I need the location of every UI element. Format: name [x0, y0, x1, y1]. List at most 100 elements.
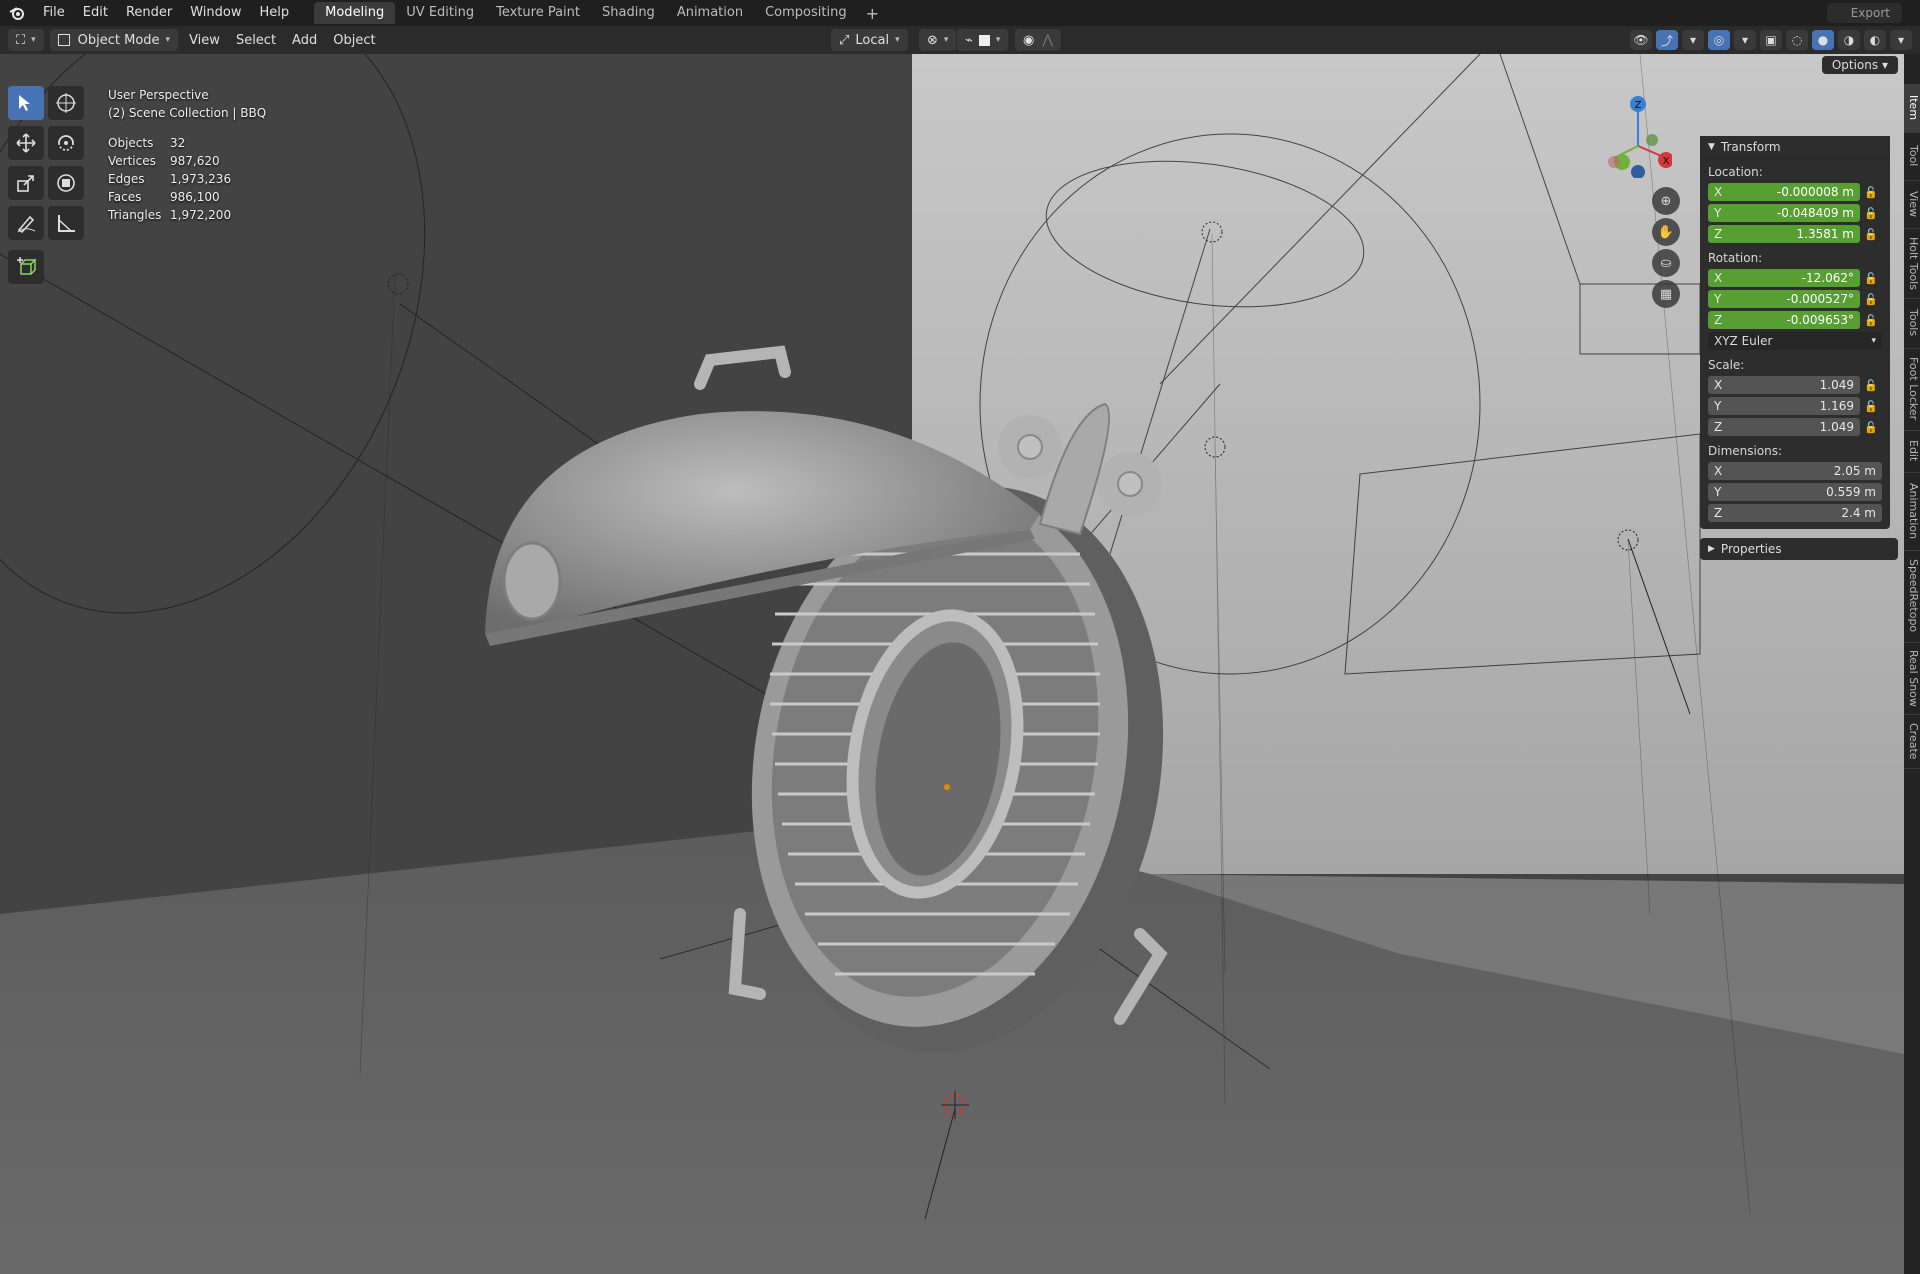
- tab-real-snow[interactable]: Real Snow: [1904, 642, 1920, 715]
- overlays-toggle-icon[interactable]: ◎: [1708, 30, 1730, 50]
- rendered-shading-icon[interactable]: ◐: [1864, 30, 1886, 50]
- pivot-dropdown[interactable]: ⊗ ▾: [919, 29, 957, 51]
- axis-label: Y: [1714, 485, 1722, 499]
- tab-edit[interactable]: Edit: [1904, 430, 1920, 473]
- menu-help[interactable]: Help: [251, 0, 299, 26]
- scale-tool-button[interactable]: [8, 166, 44, 200]
- lock-icon[interactable]: 🔓: [1860, 314, 1882, 327]
- xray-toggle-icon[interactable]: ▣: [1760, 30, 1782, 50]
- 3d-viewport[interactable]: User Perspective (2) Scene Collection | …: [0, 54, 1904, 1274]
- lock-icon[interactable]: 🔓: [1860, 228, 1882, 241]
- move-tool-button[interactable]: [8, 126, 44, 160]
- lock-icon[interactable]: 🔓: [1860, 207, 1882, 220]
- tab-view[interactable]: View: [1904, 180, 1920, 229]
- options-dropdown[interactable]: Options ▾: [1821, 56, 1898, 74]
- editor-type-button[interactable]: ⛶ ▾: [8, 29, 44, 51]
- menu-window[interactable]: Window: [181, 0, 250, 26]
- material-shading-icon[interactable]: ◑: [1838, 30, 1860, 50]
- proportional-edit-button[interactable]: ◉ ⋀: [1015, 29, 1062, 51]
- rotation-x-field[interactable]: X -12.062°: [1708, 269, 1860, 287]
- transform-panel: ▼ Transform Location: X -0.000008 m 🔓 Y -0.…: [1700, 136, 1890, 529]
- scale-y-field[interactable]: Y 1.169: [1708, 397, 1860, 415]
- location-z-field[interactable]: Z 1.3581 m: [1708, 225, 1860, 243]
- menu-render[interactable]: Render: [117, 0, 181, 26]
- tab-tool[interactable]: Tool: [1904, 132, 1920, 181]
- gizmo-toggle-icon[interactable]: ⤴: [1656, 30, 1678, 50]
- lock-icon[interactable]: 🔓: [1860, 293, 1882, 306]
- transform-orientation-dropdown[interactable]: ⤢ Local ▾: [831, 29, 908, 51]
- ortho-grid-icon[interactable]: ▦: [1652, 280, 1680, 308]
- scale-z-field[interactable]: Z 1.049: [1708, 418, 1860, 436]
- lock-icon[interactable]: 🔓: [1860, 379, 1882, 392]
- mode-label: Object Mode: [77, 32, 160, 48]
- solid-shading-icon[interactable]: ●: [1812, 30, 1834, 50]
- rotate-tool-button[interactable]: [48, 126, 84, 160]
- lock-icon[interactable]: 🔓: [1860, 421, 1882, 434]
- scale-x-field[interactable]: X 1.049: [1708, 376, 1860, 394]
- gizmo-neg-y[interactable]: [1646, 134, 1658, 146]
- pan-hand-icon[interactable]: ✋: [1652, 218, 1680, 246]
- dimensions-y-field[interactable]: Y 0.559 m: [1708, 483, 1882, 501]
- properties-panel-header[interactable]: ▶ Properties: [1700, 538, 1898, 560]
- navigation-gizmo[interactable]: Z X: [1598, 88, 1672, 178]
- tab-modeling[interactable]: Modeling: [314, 2, 396, 24]
- chevron-down-icon: ▾: [1871, 336, 1876, 346]
- menu-select[interactable]: Select: [228, 29, 284, 51]
- tab-uv-editing[interactable]: UV Editing: [395, 2, 485, 24]
- active-collection: (2) Scene Collection | BBQ: [108, 106, 267, 120]
- overlays-dropdown-icon[interactable]: ▾: [1734, 30, 1756, 50]
- tab-texture-paint[interactable]: Texture Paint: [485, 2, 591, 24]
- tab-shading[interactable]: Shading: [591, 2, 666, 24]
- gizmo-dropdown-icon[interactable]: ▾: [1682, 30, 1704, 50]
- tab-foot-locker[interactable]: Foot Locker: [1904, 348, 1920, 431]
- axis-label: X: [1714, 185, 1723, 199]
- snap-dropdown[interactable]: ⌁ ▾: [957, 29, 1009, 51]
- add-cube-tool-button[interactable]: [8, 250, 44, 284]
- camera-icon[interactable]: ⛀: [1652, 249, 1680, 277]
- shading-dropdown-icon[interactable]: ▾: [1890, 30, 1912, 50]
- lock-icon[interactable]: 🔓: [1860, 272, 1882, 285]
- visibility-icon[interactable]: 👁: [1630, 30, 1652, 50]
- rotation-y-field[interactable]: Y -0.000527°: [1708, 290, 1860, 308]
- lock-icon[interactable]: 🔓: [1860, 186, 1882, 199]
- add-cube-icon: [17, 257, 37, 275]
- location-x-field[interactable]: X -0.000008 m: [1708, 183, 1860, 201]
- rotation-mode-dropdown[interactable]: XYZ Euler ▾: [1708, 332, 1882, 350]
- add-workspace-button[interactable]: +: [858, 4, 887, 23]
- location-y-field[interactable]: Y -0.048409 m: [1708, 204, 1860, 222]
- tab-compositing[interactable]: Compositing: [754, 2, 858, 24]
- tab-holt-tools[interactable]: Holt Tools: [1904, 228, 1920, 299]
- measure-tool-button[interactable]: [48, 206, 84, 240]
- transform-tool-button[interactable]: [48, 166, 84, 200]
- wireframe-shading-icon[interactable]: ◌: [1786, 30, 1808, 50]
- export-button[interactable]: Export: [1826, 3, 1902, 23]
- tab-animation[interactable]: Animation: [666, 2, 754, 24]
- zoom-icon[interactable]: ⊕: [1652, 187, 1680, 215]
- tab-tools[interactable]: Tools: [1904, 298, 1920, 349]
- dimensions-x-field[interactable]: X 2.05 m: [1708, 462, 1882, 480]
- menu-edit[interactable]: Edit: [74, 0, 117, 26]
- annotate-tool-button[interactable]: [8, 206, 44, 240]
- menu-object[interactable]: Object: [325, 29, 383, 51]
- rotation-z-field[interactable]: Z -0.009653°: [1708, 311, 1860, 329]
- mode-dropdown[interactable]: Object Mode ▾: [49, 29, 179, 51]
- field-value: 1.3581 m: [1796, 227, 1855, 241]
- gizmo-neg-z[interactable]: [1631, 165, 1645, 178]
- cursor-tool-button[interactable]: [48, 86, 84, 120]
- snap-target-icon: [978, 34, 990, 46]
- tab-animation-side[interactable]: Animation: [1904, 472, 1920, 551]
- transform-title: Transform: [1720, 140, 1781, 154]
- lock-icon[interactable]: 🔓: [1860, 400, 1882, 413]
- dimensions-z-field[interactable]: Z 2.4 m: [1708, 504, 1882, 522]
- tab-speedretopo[interactable]: SpeedRetopo: [1904, 550, 1920, 643]
- menu-file[interactable]: File: [34, 0, 74, 26]
- transform-panel-header[interactable]: ▼ Transform: [1700, 136, 1890, 159]
- blender-logo-icon[interactable]: [0, 0, 34, 26]
- select-box-tool-button[interactable]: [8, 86, 44, 120]
- gizmo-neg-x[interactable]: [1608, 156, 1620, 168]
- menu-add[interactable]: Add: [284, 29, 325, 51]
- tab-create[interactable]: Create: [1904, 714, 1920, 769]
- menu-view[interactable]: View: [181, 29, 228, 51]
- scene-stats: Objects 32 Vertices 987,620 Edges 1,973,236…: [108, 134, 266, 224]
- tab-item[interactable]: Item: [1904, 84, 1920, 133]
